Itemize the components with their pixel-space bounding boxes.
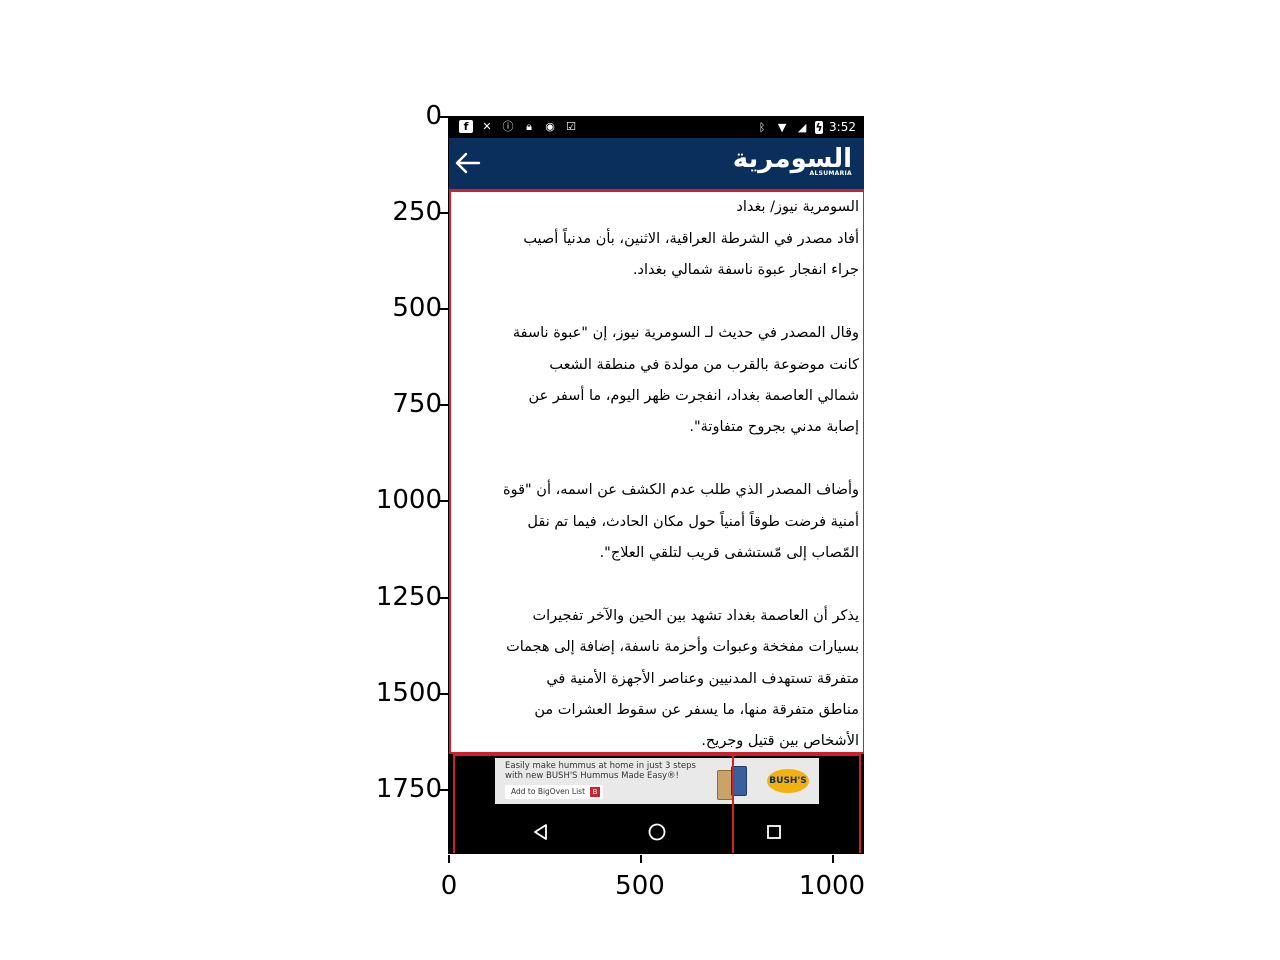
nav-recents-button[interactable] [759,817,789,847]
ad-area: Easily make hummus at home in just 3 ste… [449,754,864,853]
y-tick [440,597,448,599]
article-line: متفرقة تستهدف المدنيين وعناصر الأجهزة ال… [546,670,859,687]
app-logo: السومرية ALSUMARIA [733,144,852,177]
y-tick [440,500,448,502]
android-navbar [449,809,864,853]
y-tick-label: 1000 [375,485,442,515]
x-tick-label: 0 [440,871,458,901]
y-tick-label: 500 [392,293,442,323]
y-tick-label: 250 [392,197,442,227]
back-button[interactable] [453,148,483,178]
y-tick [440,789,448,791]
product-cans-image [717,764,747,802]
article-line: إصابة مدني بجروح متفاوتة". [689,419,859,436]
status-bar: f ✕ ⓘ 🔒︎ ◉ ☑ ᛒ ▼ ◢ ϟ 3:52 [449,116,864,138]
y-tick [440,116,448,118]
app-header: السومرية ALSUMARIA [449,138,864,192]
lock-icon: 🔒︎ [526,120,532,133]
article-line: كانت موضوعة بالقرب من مولدة في منطقة الش… [549,356,859,373]
y-tick [440,693,448,695]
ad-text-line: with new BUSH'S Hummus Made Easy®! [505,771,679,781]
x-tick-label: 1000 [798,871,866,901]
article-line: المّصاب إلى مّستشفى قريب لتلقي العلاج". [599,545,859,562]
x-tick [832,855,834,863]
add-to-list-button[interactable]: Add to BigOven List B [505,785,604,799]
x-tick [448,855,450,863]
status-time: 3:52 [829,120,856,134]
nav-home-button[interactable] [642,817,672,847]
y-tick [440,212,448,214]
facebook-icon: f [459,120,473,133]
battery-charging-icon: ϟ [815,120,824,134]
article-line: بسيارات مفخخة وعبوات وأحزمة ناسفة، إضافة… [506,639,859,656]
y-tick-label: 1250 [375,582,442,612]
bluetooth-icon: ᛒ [758,120,766,134]
wifi-icon: ▼ [777,120,787,134]
status-icons-left: f ✕ ⓘ 🔒︎ ◉ ☑ [459,120,578,133]
article-line: يذكر أن العاصمة بغداد تشهد بين الحين وال… [532,607,859,624]
can-icon [731,766,747,796]
article-text: السومرية نيوز/ بغداد أفاد مصدر في الشرطة… [455,194,859,758]
article-line: وأضاف المصدر الذي طلب عدم الكشف عن اسمه،… [503,482,859,499]
x-tick [640,855,642,863]
clipboard-check-icon: ☑ [566,120,576,133]
y-tick [440,404,448,406]
y-tick [440,308,448,310]
ad-banner[interactable]: Easily make hummus at home in just 3 ste… [495,758,819,804]
status-icons-right: ᛒ ▼ ◢ ϟ 3:52 [755,120,856,134]
article-line: شمالي العاصمة بغداد، انفجرت ظهر اليوم، م… [528,388,859,405]
arrow-left-icon [455,152,481,174]
y-tick-label: 1750 [375,774,442,804]
android-icon: ◉ [545,120,555,133]
article-dateline: السومرية نيوز/ بغداد [736,199,859,215]
sync-off-icon: ✕ [482,120,492,133]
article-line: جراء انفجار عبوة ناسفة شمالي بغداد. [632,262,859,279]
add-to-list-label: Add to BigOven List [511,787,586,796]
phone-screen: f ✕ ⓘ 🔒︎ ◉ ☑ ᛒ ▼ ◢ ϟ 3:52 السومرية ALSUM… [448,116,864,854]
bigoven-icon: B [590,787,601,797]
article-body: السومرية نيوز/ بغداد أفاد مصدر في الشرطة… [449,192,864,754]
y-tick-label: 1500 [375,678,442,708]
y-tick-label: 750 [392,389,442,419]
article-line: مناطق متفرقة منها، ما يسفر عن سقوط العشر… [534,702,859,719]
nav-back-button[interactable] [526,817,556,847]
article-line: أمنية فرضت طوقاً أمنياً حول مكان الحادث،… [527,513,859,530]
article-line: أفاد مصدر في الشرطة العراقية، الاثنين، ب… [523,231,859,247]
home-circle-icon [648,823,666,841]
x-tick-label: 500 [615,871,665,901]
no-signal-icon: ◢ [797,120,807,134]
ad-text-line: Easily make hummus at home in just 3 ste… [505,761,696,771]
info-icon: ⓘ [502,120,514,133]
bushs-logo: BUSH'S [767,769,809,793]
back-triangle-icon [534,824,547,840]
recents-square-icon [767,825,781,839]
article-line: وقال المصدر في حديث لـ السومرية نيوز، إن… [512,325,859,342]
